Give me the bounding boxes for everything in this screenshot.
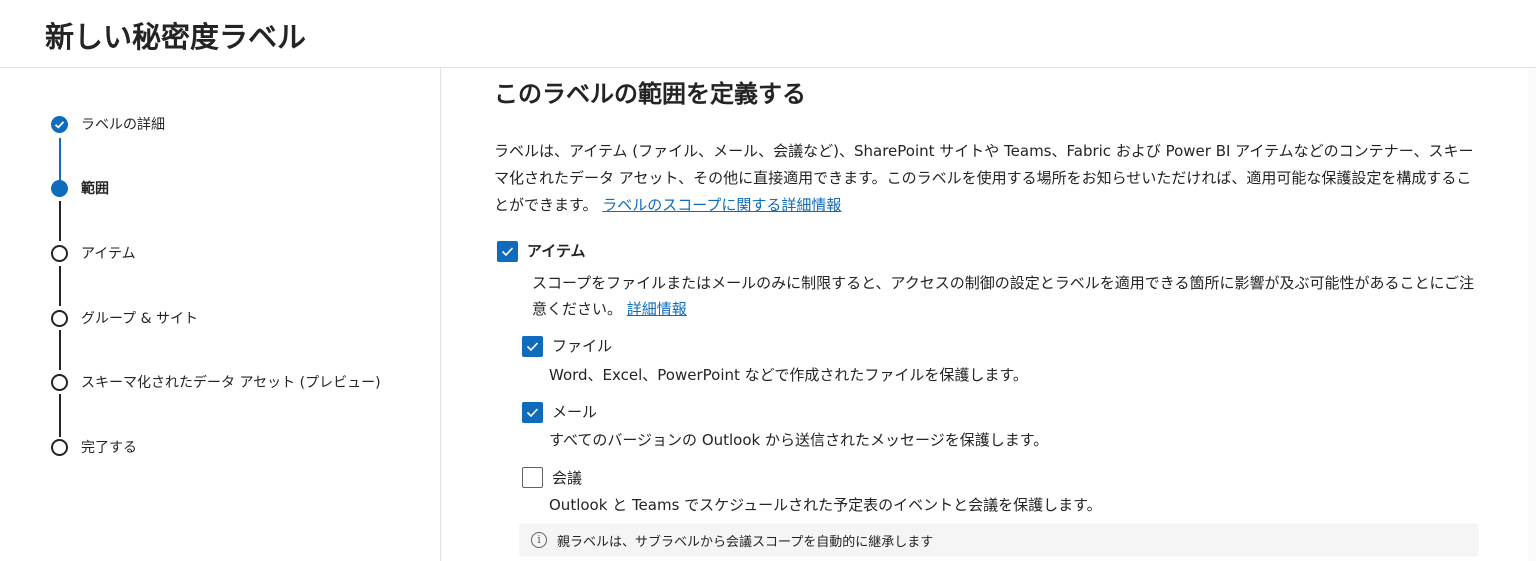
scope-description: ラベルは、アイテム (ファイル、メール、会議など)、SharePoint サイト…	[494, 138, 1484, 219]
step-connector	[59, 330, 61, 370]
step-complete-check-icon	[51, 116, 68, 133]
main-content: このラベルの範囲を定義する ラベルは、アイテム (ファイル、メール、会議など)、…	[442, 68, 1536, 561]
files-checkbox[interactable]	[522, 336, 543, 357]
vertical-scrollbar[interactable]	[1528, 68, 1536, 561]
meetings-checkbox-label: 会議	[552, 469, 583, 487]
files-description: Word、Excel、PowerPoint などで作成されたファイルを保護します…	[549, 366, 1028, 384]
step-connector	[59, 138, 61, 181]
meetings-checkbox[interactable]	[522, 467, 543, 488]
items-note: スコープをファイルまたはメールのみに制限すると、アクセスの制御の設定とラベルを適…	[532, 270, 1482, 322]
step-label-items[interactable]: アイテム	[81, 242, 136, 266]
section-title: このラベルの範囲を定義する	[494, 80, 806, 108]
step-label-finish[interactable]: 完了する	[81, 436, 137, 460]
wizard-steps-sidebar: ラベルの詳細 範囲 アイテム グループ & サイト スキーマ化されたデータ アセ…	[0, 68, 441, 561]
meetings-description: Outlook と Teams でスケジュールされた予定表のイベントと会議を保護…	[549, 496, 1102, 514]
step-label-scope[interactable]: 範囲	[81, 177, 109, 201]
email-description: すべてのバージョンの Outlook から送信されたメッセージを保護します。	[549, 431, 1049, 449]
step-connector	[59, 266, 61, 306]
step-connector	[59, 201, 61, 241]
info-icon: i	[531, 532, 547, 548]
items-checkbox-label: アイテム	[527, 242, 586, 260]
scope-learn-more-link[interactable]: ラベルのスコープに関する詳細情報	[602, 196, 841, 214]
step-pending-icon	[51, 439, 68, 456]
step-label-schematized-assets[interactable]: スキーマ化されたデータ アセット (プレビュー)	[81, 371, 386, 395]
step-label-details[interactable]: ラベルの詳細	[81, 113, 165, 137]
step-pending-icon	[51, 374, 68, 391]
step-connector	[59, 394, 61, 437]
step-pending-icon	[51, 245, 68, 262]
items-checkbox[interactable]	[497, 241, 518, 262]
items-learn-more-link[interactable]: 詳細情報	[627, 300, 687, 318]
info-message-text: 親ラベルは、サブラベルから会議スコープを自動的に継承します	[557, 535, 934, 550]
page-header: 新しい秘密度ラベル	[0, 0, 1536, 68]
email-checkbox-label: メール	[552, 403, 598, 421]
info-message-bar: i 親ラベルは、サブラベルから会議スコープを自動的に継承します	[519, 523, 1479, 557]
step-pending-icon	[51, 310, 68, 327]
files-checkbox-label: ファイル	[552, 337, 613, 355]
email-checkbox[interactable]	[522, 402, 543, 423]
step-current-icon	[51, 180, 68, 197]
page-title: 新しい秘密度ラベル	[45, 20, 307, 54]
step-label-groups-sites[interactable]: グループ & サイト	[81, 307, 198, 331]
